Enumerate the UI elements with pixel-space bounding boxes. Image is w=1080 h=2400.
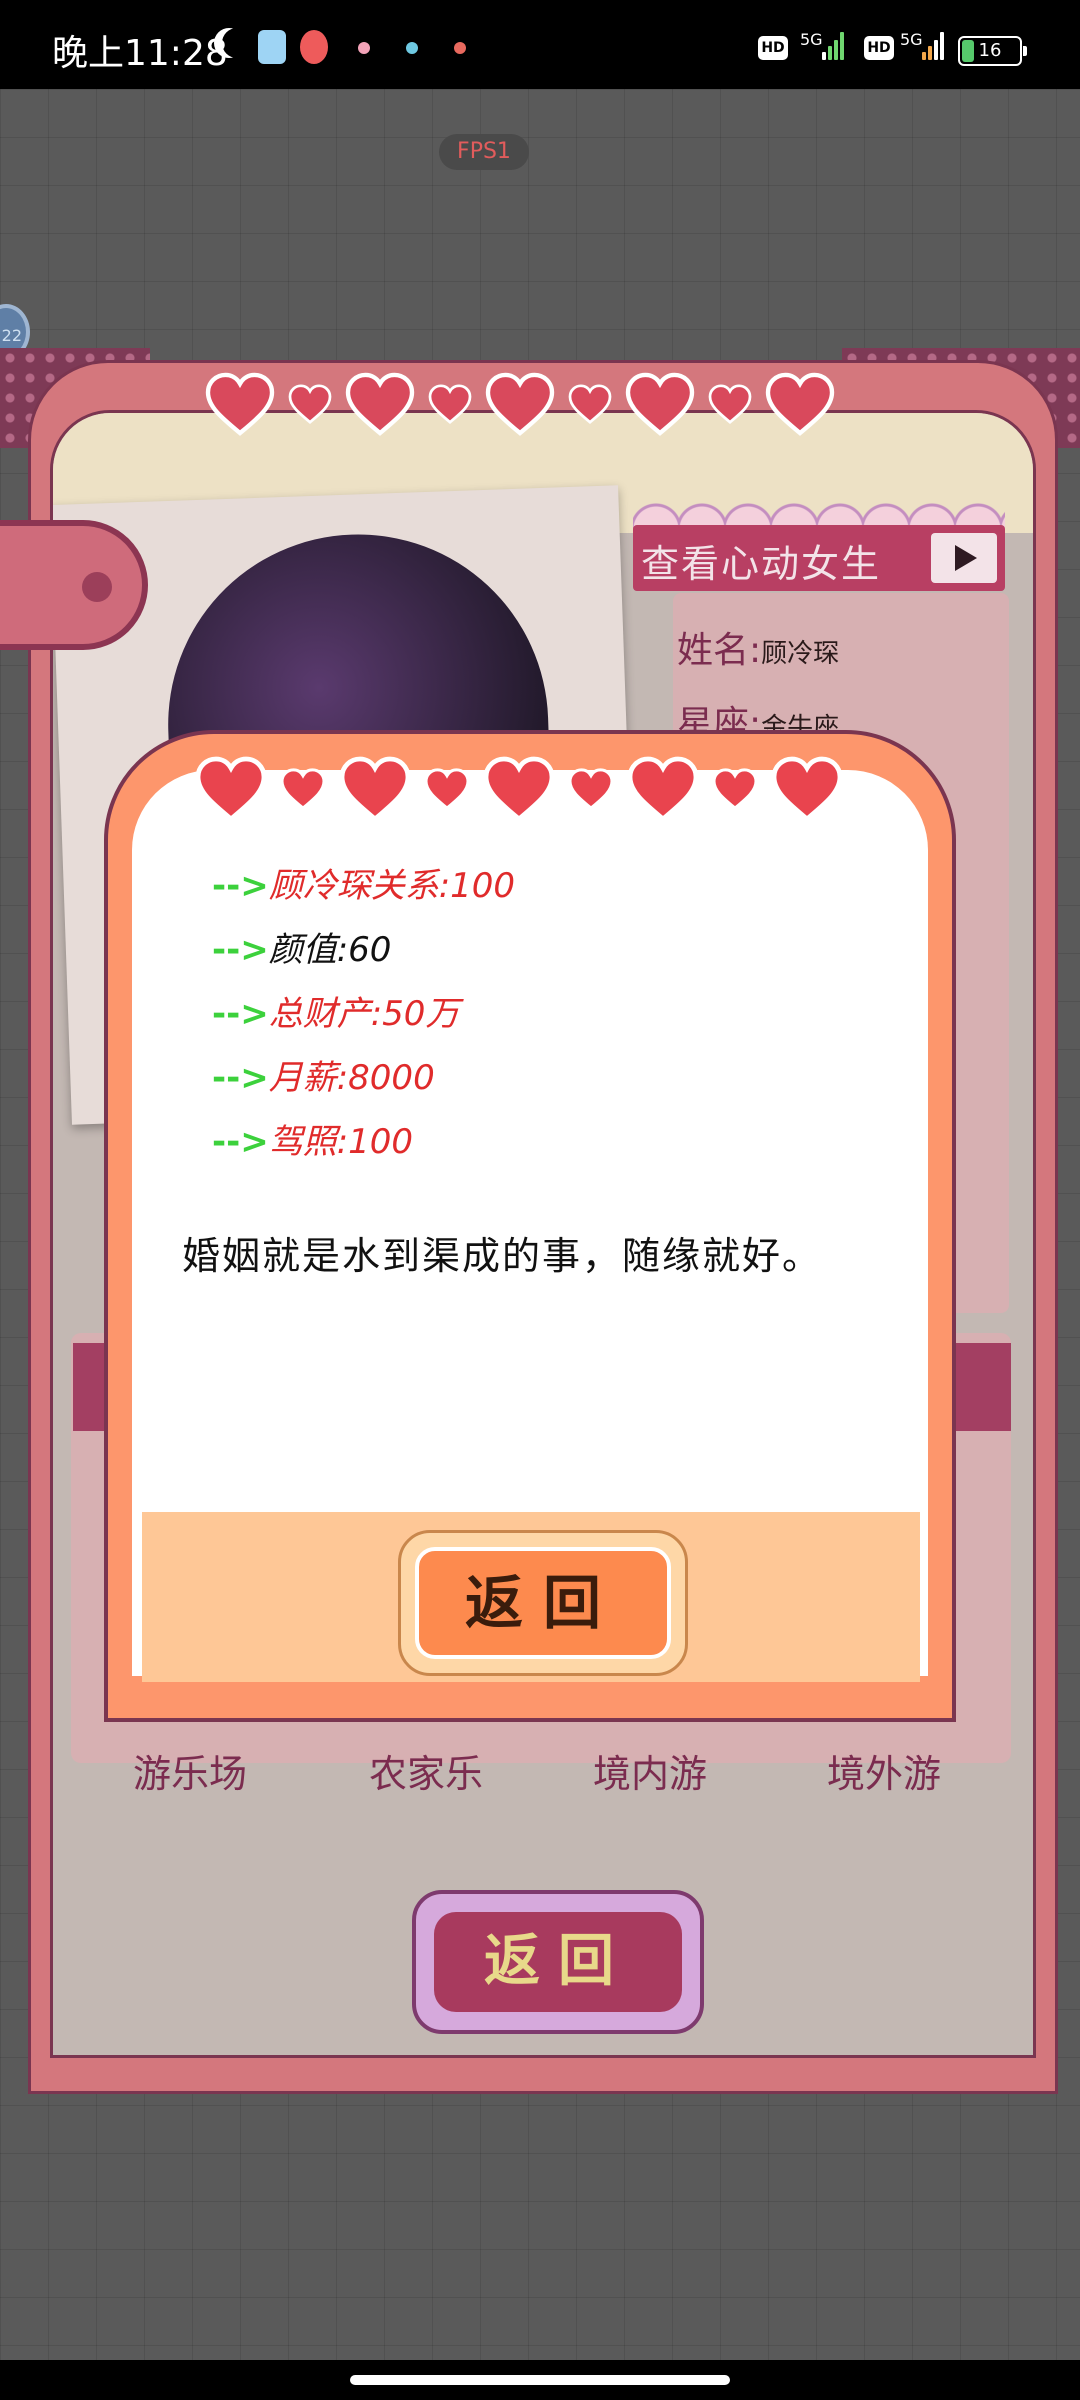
- heart-icon: [568, 384, 612, 424]
- fps-counter: FPS1: [439, 134, 529, 170]
- signal-bars-icon: [822, 30, 848, 60]
- heart-icon: [484, 372, 556, 436]
- stat-salary: -->月薪:8000: [212, 1058, 435, 1098]
- arrow-icon: -->: [212, 930, 269, 970]
- notification-dot-icon: [454, 42, 466, 54]
- status-bar: 晚上11:28 HD 5G HD 5G 16: [0, 0, 1080, 89]
- status-time: 晚上11:28: [52, 33, 228, 74]
- background-back-label: 返回: [434, 1912, 682, 2012]
- name-row: 姓名:顾冷琛: [677, 630, 840, 671]
- heart-icon: [626, 756, 700, 822]
- heart-icon: [194, 756, 268, 822]
- stat-relationship: -->顾冷琛关系:100: [212, 866, 516, 906]
- heart-icon: [424, 768, 470, 810]
- notification-dot-icon: [406, 42, 418, 54]
- battery-icon: 16: [958, 36, 1027, 66]
- arrow-icon: -->: [212, 1058, 269, 1098]
- heart-icon: [770, 756, 844, 822]
- moon-icon: [222, 28, 252, 58]
- stat-assets: -->总财产:50万: [212, 994, 460, 1034]
- hd-icon: HD: [864, 36, 894, 60]
- arrow-icon: -->: [212, 1122, 269, 1162]
- heart-icon: [280, 768, 326, 810]
- background-back-button[interactable]: 返回: [412, 1890, 704, 2034]
- heart-icon: [344, 372, 416, 436]
- dialog-back-label: 返回: [415, 1547, 671, 1659]
- profile-title: 查看心动女生: [641, 542, 882, 586]
- category-domestic-travel[interactable]: 境内游: [593, 1743, 707, 1798]
- heart-icon: [482, 756, 556, 822]
- app-notification-icon: [258, 30, 286, 64]
- hd-icon: HD: [758, 36, 788, 60]
- category-overseas-travel[interactable]: 境外游: [827, 1743, 941, 1798]
- scallop-decoration: [633, 489, 1005, 529]
- network-label: 5G: [800, 30, 823, 49]
- heart-icon: [712, 768, 758, 810]
- network-label: 5G: [900, 30, 923, 49]
- heart-icon: [428, 384, 472, 424]
- stats-dialog: -->顾冷琛关系:100 -->颜值:60 -->总财产:50万 -->月薪:8…: [104, 730, 956, 1722]
- category-amusement-park[interactable]: 游乐场: [133, 1743, 247, 1798]
- heart-icon: [708, 384, 752, 424]
- heart-icon: [764, 372, 836, 436]
- heart-icon: [338, 756, 412, 822]
- battery-percent: 16: [978, 40, 1002, 61]
- stat-license: -->驾照:100: [212, 1122, 414, 1162]
- heart-icon: [568, 768, 614, 810]
- stat-looks: -->颜值:60: [212, 930, 392, 970]
- hearts-row-card: [204, 372, 836, 436]
- battery-level: [962, 40, 974, 62]
- profile-header: 查看心动女生: [633, 525, 1005, 591]
- hearts-row-dialog: [194, 756, 844, 822]
- signal-bars-icon: [922, 30, 948, 60]
- alarm-icon: [300, 30, 328, 64]
- arrow-icon: -->: [212, 994, 269, 1034]
- heart-icon: [624, 372, 696, 436]
- category-farm-stay[interactable]: 农家乐: [369, 1743, 483, 1798]
- name-value: 顾冷琛: [761, 639, 840, 669]
- arrow-icon: -->: [212, 866, 269, 906]
- heart-icon: [204, 372, 276, 436]
- video-play-icon[interactable]: [931, 533, 997, 583]
- notification-dot-icon: [358, 42, 370, 54]
- heart-icon: [288, 384, 332, 424]
- home-gesture-handle[interactable]: [350, 2375, 730, 2385]
- side-tab-handle[interactable]: [0, 520, 148, 650]
- character-quote: 婚姻就是水到渠成的事，随缘就好。: [182, 1234, 823, 1278]
- dialog-back-button[interactable]: 返回: [398, 1530, 688, 1676]
